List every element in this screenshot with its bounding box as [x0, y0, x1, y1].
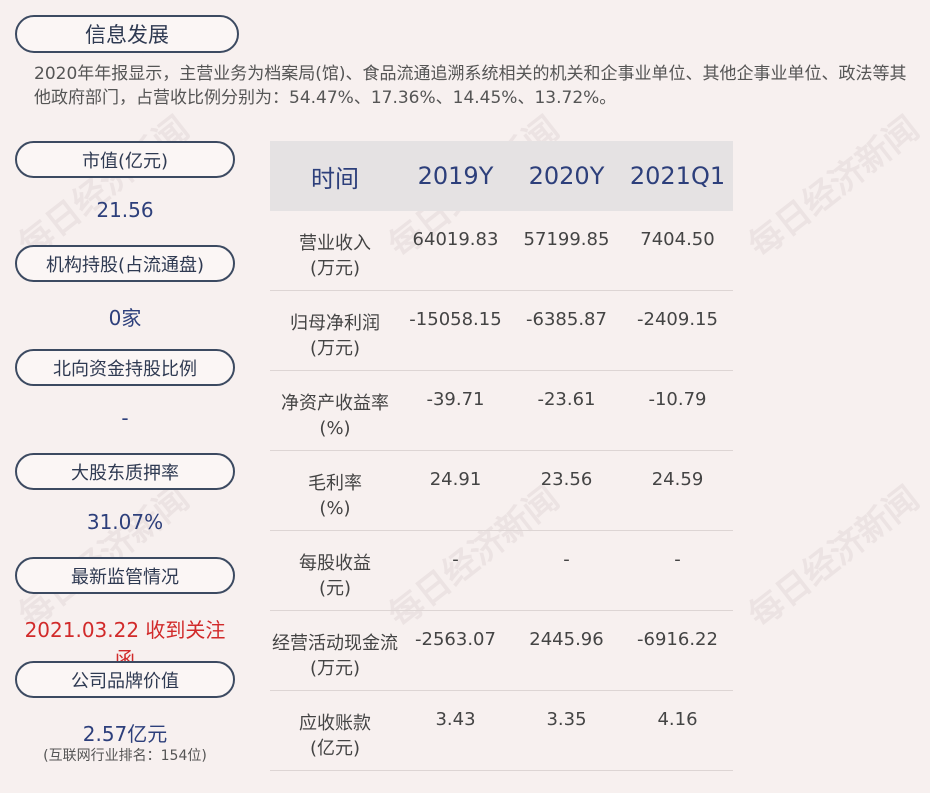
pledge-rate-label: 大股东质押率 — [15, 453, 235, 490]
market-cap-value: 21.56 — [96, 198, 154, 222]
row-value: 3.43 — [435, 709, 476, 730]
watermark: 每日经济新闻 — [741, 478, 927, 636]
row-name: 归母净利润 — [290, 313, 380, 334]
brand-value-value: 2.57亿元 — [82, 722, 168, 746]
row-name: 毛利率 — [308, 473, 362, 494]
intro-text: 2020年年报显示，主营业务为档案局(馆)、食品流通追溯系统相关的机关和企事业单… — [34, 64, 907, 108]
row-unit: (万元) — [309, 658, 361, 679]
row-value: 3.35 — [546, 709, 587, 730]
row-value: -15058.15 — [409, 309, 502, 330]
row-value: 24.59 — [651, 469, 704, 490]
northbound-ratio-label: 北向资金持股比例 — [15, 349, 235, 386]
institution-holding-value: 0家 — [108, 306, 142, 330]
table-row: 应收账款 (亿元) 3.43 3.35 4.16 — [270, 691, 733, 771]
row-value: -6916.22 — [637, 629, 718, 650]
row-value: 64019.83 — [412, 229, 499, 250]
table-row: 毛利率 (%) 24.91 23.56 24.59 — [270, 451, 733, 531]
financial-table: 时间 2019Y 2020Y 2021Q1 营业收入 (万元) 64019.83 57… — [270, 141, 733, 771]
table-row: 经营活动现金流 (万元) -2563.07 2445.96 -6916.22 — [270, 611, 733, 691]
row-value: -6385.87 — [526, 309, 607, 330]
watermark: 每日经济新闻 — [11, 108, 197, 266]
table-header: 时间 2019Y 2020Y 2021Q1 — [270, 141, 733, 211]
row-value: -2409.15 — [637, 309, 718, 330]
row-unit: (元) — [318, 578, 352, 599]
header-2020: 2020Y — [528, 162, 605, 190]
row-unit: (%) — [319, 418, 351, 439]
header-2021q1: 2021Q1 — [629, 162, 726, 190]
row-value: 24.91 — [429, 469, 482, 490]
row-unit: (万元) — [309, 258, 361, 279]
row-value: -23.61 — [537, 389, 596, 410]
row-label: 归母净利润 (万元) — [270, 291, 400, 361]
row-label: 每股收益 (元) — [270, 531, 400, 601]
row-name: 净资产收益率 — [281, 393, 389, 414]
row-unit: (亿元) — [309, 738, 361, 759]
market-cap-label: 市值(亿元) — [15, 141, 235, 178]
watermark: 每日经济新闻 — [7, 472, 198, 636]
table-row: 净资产收益率 (%) -39.71 -23.61 -10.79 — [270, 371, 733, 451]
regulation-label: 最新监管情况 — [15, 557, 235, 594]
row-value: 2445.96 — [529, 629, 604, 650]
table-row: 归母净利润 (万元) -15058.15 -6385.87 -2409.15 — [270, 291, 733, 371]
header-2019: 2019Y — [417, 162, 494, 190]
brand-value-label: 公司品牌价值 — [15, 661, 235, 698]
watermark: 每日经济新闻 — [741, 108, 927, 266]
row-name: 营业收入 — [299, 233, 371, 254]
row-label: 毛利率 (%) — [270, 451, 400, 521]
row-label: 营业收入 (万元) — [270, 211, 400, 281]
institution-holding-label: 机构持股(占流通盘) — [15, 245, 235, 282]
row-unit: (万元) — [309, 338, 361, 359]
row-label: 经营活动现金流 (万元) — [270, 611, 400, 681]
row-value: -39.71 — [426, 389, 485, 410]
row-label: 净资产收益率 (%) — [270, 371, 400, 441]
northbound-ratio-value: - — [121, 406, 129, 430]
row-value: 23.56 — [540, 469, 593, 490]
row-value: - — [563, 549, 570, 570]
row-value: -10.79 — [648, 389, 707, 410]
row-value: 57199.85 — [523, 229, 610, 250]
header-time: 时间 — [311, 164, 359, 193]
section-title: 信息发展 — [15, 15, 239, 53]
row-unit: (%) — [319, 498, 351, 519]
table-row: 每股收益 (元) - - - — [270, 531, 733, 611]
pledge-rate-value: 31.07% — [86, 510, 164, 534]
row-name: 每股收益 — [299, 553, 371, 574]
row-value: - — [452, 549, 459, 570]
row-value: 4.16 — [657, 709, 698, 730]
row-label: 应收账款 (亿元) — [270, 691, 400, 761]
brand-rank-note: (互联网行业排名：154位) — [43, 748, 207, 764]
row-value: 7404.50 — [640, 229, 715, 250]
table-row: 营业收入 (万元) 64019.83 57199.85 7404.50 — [270, 211, 733, 291]
row-name: 经营活动现金流 — [272, 633, 398, 654]
row-value: -2563.07 — [415, 629, 496, 650]
row-name: 应收账款 — [299, 713, 371, 734]
row-value: - — [674, 549, 681, 570]
